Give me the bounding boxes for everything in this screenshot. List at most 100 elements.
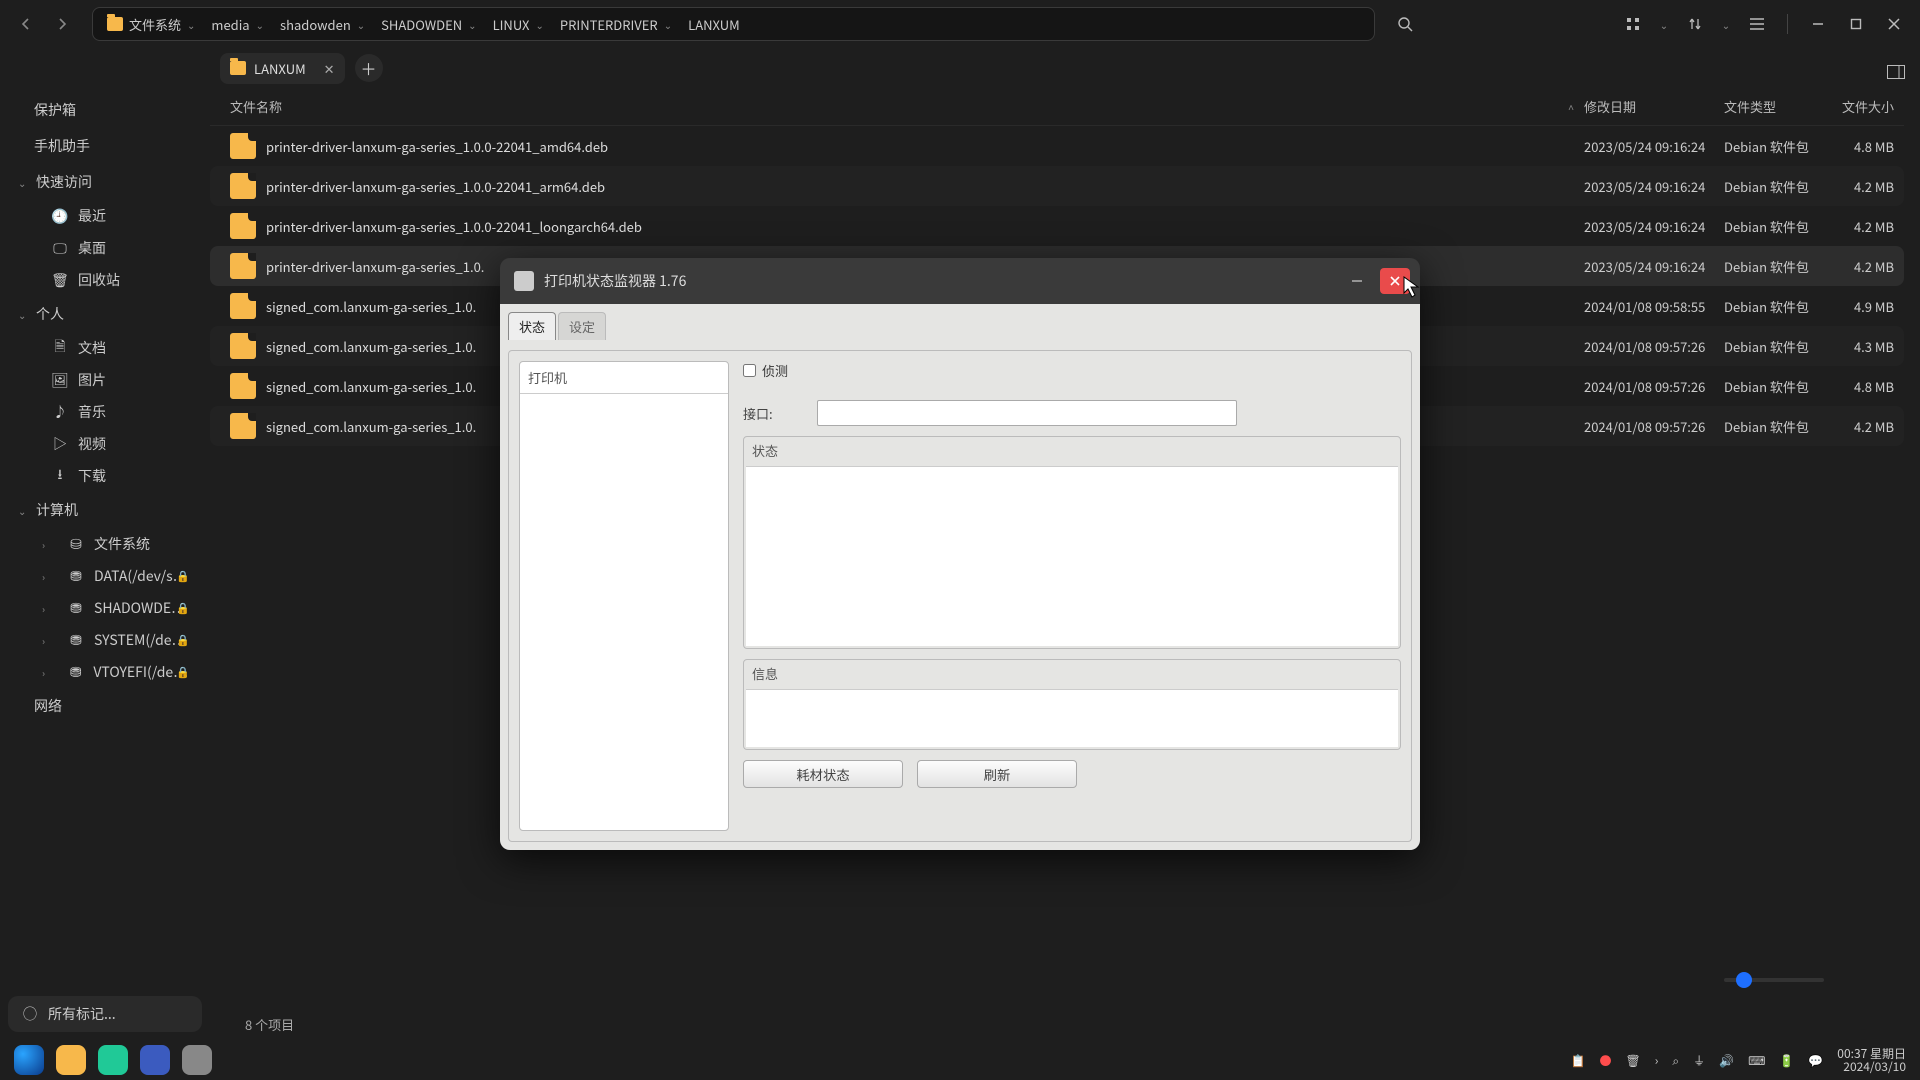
sidebar-network[interactable]: 网络	[6, 688, 206, 724]
tray-battery-icon[interactable]: 🔋	[1779, 1052, 1794, 1069]
crumb-3[interactable]: SHADOWDEN⌄	[375, 15, 482, 34]
sidebar-recent[interactable]: 🕘最近	[12, 200, 200, 232]
package-icon	[230, 333, 256, 359]
tab-lanxum[interactable]: LANXUM ✕	[220, 53, 345, 84]
zoom-slider[interactable]	[1724, 978, 1824, 982]
sidebar-system[interactable]: ›⛃SYSTEM(/de…🔒	[12, 624, 200, 656]
file-size: 4.2 MB	[1824, 257, 1904, 276]
sidebar-tags[interactable]: ◯所有标记...	[8, 996, 202, 1032]
crumb-root[interactable]: 文件系统⌄	[101, 15, 201, 34]
sidebar-computer[interactable]: ⌄计算机	[6, 492, 206, 528]
file-type: Debian 软件包	[1724, 137, 1824, 156]
file-date: 2023/05/24 09:16:24	[1584, 177, 1724, 196]
printer-listbox[interactable]: 打印机	[519, 361, 729, 831]
crumb-5[interactable]: PRINTERDRIVER⌄	[554, 15, 678, 34]
sort-chev[interactable]: ⌄	[1719, 10, 1733, 38]
view-mode-chev[interactable]: ⌄	[1657, 10, 1671, 38]
tray-clipboard-icon[interactable]: 📋	[1571, 1052, 1586, 1069]
tray-volume-icon[interactable]: 🔊	[1719, 1052, 1734, 1069]
sidebar-mobile[interactable]: 手机助手	[6, 128, 206, 164]
crumb-2[interactable]: shadowden⌄	[274, 15, 371, 34]
hamburger-menu-icon[interactable]	[1743, 10, 1771, 38]
sort-chevron-icon[interactable]: ˄	[1568, 99, 1574, 114]
file-name: printer-driver-lanxum-ga-series_1.0.0-22…	[266, 137, 1584, 156]
tab-close-icon[interactable]: ✕	[324, 59, 335, 78]
detect-checkbox[interactable]: 侦测	[743, 361, 788, 380]
trash-icon: 🗑	[52, 272, 68, 288]
message-groupbox: 信息	[743, 659, 1401, 750]
tag-icon: ◯	[22, 1006, 38, 1022]
sidebar-video[interactable]: ▷视频	[12, 428, 200, 460]
tray-keyboard-icon[interactable]: ⌨	[1748, 1052, 1765, 1069]
dialog-tab-status[interactable]: 状态	[508, 312, 556, 340]
file-type: Debian 软件包	[1724, 337, 1824, 356]
col-type[interactable]: 文件类型	[1724, 97, 1824, 116]
file-type: Debian 软件包	[1724, 417, 1824, 436]
sidebar-vtoyefi[interactable]: ›⛃VTOYEFI(/de…🔒	[12, 656, 200, 688]
taskbar-printer-monitor[interactable]	[182, 1045, 212, 1075]
crumb-4[interactable]: LINUX⌄	[487, 15, 550, 34]
view-mode-icon[interactable]	[1619, 10, 1647, 38]
sidebar-shadowden[interactable]: ›⛃SHADOWDE…🔒	[12, 592, 200, 624]
sidebar-trash[interactable]: 🗑回收站	[12, 264, 200, 296]
package-icon	[230, 213, 256, 239]
file-size: 4.9 MB	[1824, 297, 1904, 316]
dialog-tab-settings[interactable]: 设定	[558, 312, 606, 340]
sidebar-desktop[interactable]: 🖵桌面	[12, 232, 200, 264]
taskbar-files[interactable]	[56, 1045, 86, 1075]
status-groupbox: 状态	[743, 436, 1401, 649]
window-maximize[interactable]	[1842, 10, 1870, 38]
taskbar-clock[interactable]: 00:37 星期日 2024/03/10	[1837, 1047, 1906, 1073]
tray-notify-icon[interactable]: 💬	[1808, 1052, 1823, 1069]
breadcrumb[interactable]: 文件系统⌄ media⌄ shadowden⌄ SHADOWDEN⌄ LINUX…	[92, 7, 1375, 41]
sidebar-music[interactable]: ♪音乐	[12, 396, 200, 428]
sidebar-downloads[interactable]: ⭳下载	[12, 460, 200, 492]
tray-search-icon[interactable]: ⌕	[1672, 1052, 1679, 1069]
sort-icon[interactable]	[1681, 10, 1709, 38]
taskbar-terminal[interactable]	[140, 1045, 170, 1075]
col-name[interactable]: 文件名称˄	[230, 97, 1584, 116]
taskbar: 📋 ● 🗑 › ⌕ ⏚ 🔊 ⌨ 🔋 💬 00:37 星期日 2024/03/10	[0, 1040, 1920, 1080]
side-panel-toggle-icon[interactable]	[1887, 60, 1905, 84]
consumables-button[interactable]: 耗材状态	[743, 760, 903, 788]
sidebar-filesystem[interactable]: ›⛁文件系统	[12, 528, 200, 560]
file-row[interactable]: printer-driver-lanxum-ga-series_1.0.0-22…	[210, 166, 1904, 206]
file-row[interactable]: printer-driver-lanxum-ga-series_1.0.0-22…	[210, 206, 1904, 246]
crumb-1[interactable]: media⌄	[205, 15, 270, 34]
dialog-app-icon	[514, 271, 534, 291]
statusbar: 8 个项目	[210, 1008, 1904, 1040]
tab-add-button[interactable]: ＋	[355, 54, 383, 82]
window-close[interactable]	[1880, 10, 1908, 38]
col-size[interactable]: 文件大小	[1824, 97, 1904, 116]
sidebar-personal[interactable]: ⌄个人	[6, 296, 206, 332]
sidebar-pictures[interactable]: 🖼图片	[12, 364, 200, 396]
file-row[interactable]: printer-driver-lanxum-ga-series_1.0.0-22…	[210, 126, 1904, 166]
package-icon	[230, 253, 256, 279]
dialog-minimize[interactable]	[1342, 268, 1372, 294]
sidebar-data[interactable]: ›⛃DATA(/dev/s…🔒	[12, 560, 200, 592]
nav-forward[interactable]	[48, 10, 76, 38]
file-size: 4.2 MB	[1824, 217, 1904, 236]
taskbar-mail[interactable]	[98, 1045, 128, 1075]
sidebar-safebox[interactable]: 保护箱	[6, 92, 206, 128]
dialog-close[interactable]	[1380, 268, 1410, 294]
file-size: 4.3 MB	[1824, 337, 1904, 356]
interface-input[interactable]	[817, 400, 1237, 426]
refresh-button[interactable]: 刷新	[917, 760, 1077, 788]
tray-trash-icon[interactable]: 🗑	[1626, 1052, 1641, 1069]
sidebar-documents[interactable]: 🗎文档	[12, 332, 200, 364]
tray-expand-icon[interactable]: ›	[1655, 1052, 1659, 1069]
clock-icon: 🕘	[52, 208, 68, 224]
tray-record-icon[interactable]: ●	[1599, 1052, 1611, 1069]
search-icon[interactable]	[1391, 10, 1419, 38]
item-count: 8 个项目	[245, 1015, 294, 1034]
file-date: 2023/05/24 09:16:24	[1584, 137, 1724, 156]
crumb-6[interactable]: LANXUM	[682, 15, 746, 34]
sidebar-quick[interactable]: ⌄快速访问	[6, 164, 206, 200]
col-date[interactable]: 修改日期	[1584, 97, 1724, 116]
window-minimize[interactable]	[1804, 10, 1832, 38]
nav-back[interactable]	[12, 10, 40, 38]
tray-wifi-icon[interactable]: ⏚	[1693, 1052, 1705, 1069]
taskbar-launcher[interactable]	[14, 1045, 44, 1075]
file-date: 2024/01/08 09:57:26	[1584, 417, 1724, 436]
